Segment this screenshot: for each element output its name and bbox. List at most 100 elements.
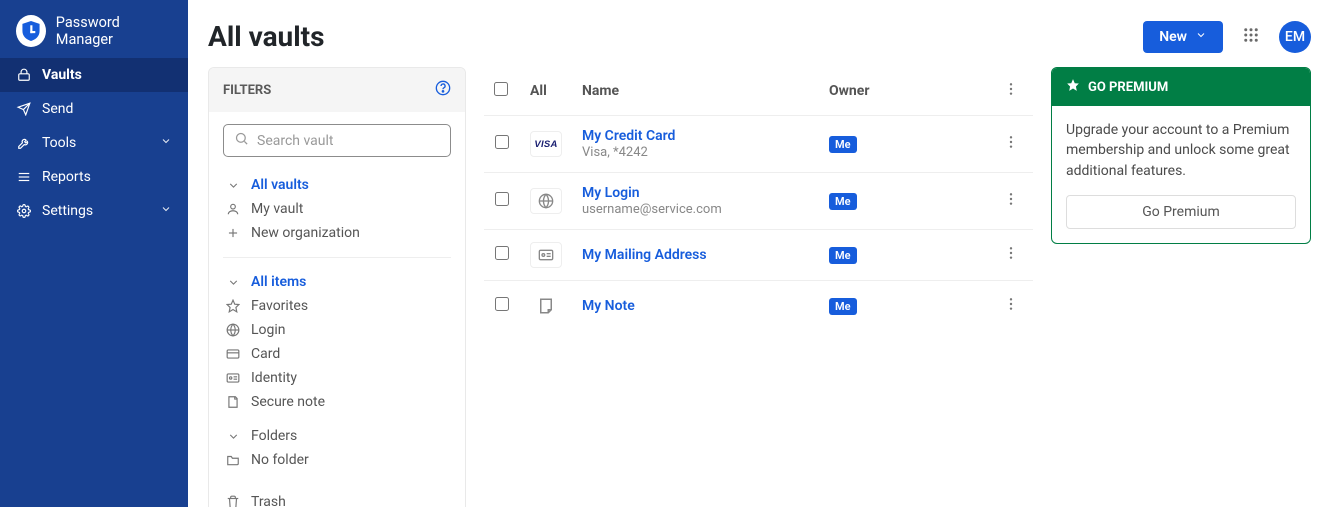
go-premium-button[interactable]: Go Premium xyxy=(1066,195,1296,229)
select-all-checkbox[interactable] xyxy=(494,82,508,96)
owner-badge: Me xyxy=(829,136,857,153)
item-name-link[interactable]: My Note xyxy=(582,298,809,314)
filters-panel: FILTERS All vaults xyxy=(208,67,466,507)
item-subtitle: Visa, *4242 xyxy=(582,145,648,160)
help-icon[interactable] xyxy=(435,80,451,100)
row-checkbox[interactable] xyxy=(495,297,509,311)
filter-no-folder[interactable]: No folder xyxy=(223,448,451,472)
filters-header: FILTERS xyxy=(209,68,465,112)
note-icon xyxy=(225,395,241,409)
globe-icon xyxy=(530,188,562,214)
col-header-name: Name xyxy=(572,67,819,116)
card-icon xyxy=(225,347,241,361)
chevron-down-icon xyxy=(1195,29,1207,45)
filter-all-items[interactable]: All items xyxy=(223,270,451,294)
col-header-all[interactable]: All xyxy=(520,67,572,116)
filter-new-organization[interactable]: New organization xyxy=(223,221,451,245)
more-vertical-icon xyxy=(1003,296,1019,316)
filter-label: No folder xyxy=(251,452,309,468)
content: FILTERS All vaults xyxy=(208,67,1311,507)
nav-item-reports[interactable]: Reports xyxy=(0,160,188,194)
star-icon xyxy=(225,299,241,313)
nav-item-tools[interactable]: Tools xyxy=(0,126,188,160)
filter-trash[interactable]: Trash xyxy=(223,490,451,507)
filter-label: New organization xyxy=(251,225,360,241)
filter-label: Card xyxy=(251,346,280,362)
item-name-link[interactable]: My Mailing Address xyxy=(582,247,809,263)
item-name-link[interactable]: My Login xyxy=(582,185,809,201)
sidebar: Password Manager Vaults Send Tools Repor… xyxy=(0,0,188,507)
nav-item-vaults[interactable]: Vaults xyxy=(0,58,188,92)
col-header-actions xyxy=(989,67,1033,116)
premium-text: Upgrade your account to a Premium member… xyxy=(1066,120,1296,181)
brand: Password Manager xyxy=(0,0,188,58)
row-checkbox[interactable] xyxy=(495,135,509,149)
filters-body: All vaults My vault New organization xyxy=(209,112,465,507)
main: All vaults New EM FILTERS xyxy=(188,0,1329,507)
apps-grid-button[interactable] xyxy=(1235,21,1267,53)
globe-icon xyxy=(225,323,241,337)
nav-item-send[interactable]: Send xyxy=(0,92,188,126)
avatar[interactable]: EM xyxy=(1279,21,1311,53)
avatar-initials: EM xyxy=(1285,29,1305,45)
owner-badge: Me xyxy=(829,298,857,315)
row-actions-button[interactable] xyxy=(999,189,1023,213)
more-vertical-icon xyxy=(1003,245,1019,265)
identity-icon xyxy=(530,242,562,268)
filter-label: Favorites xyxy=(251,298,308,314)
filter-all-vaults[interactable]: All vaults xyxy=(223,173,451,197)
filter-secure-note[interactable]: Secure note xyxy=(223,390,451,414)
divider xyxy=(223,257,451,258)
table-row: VISA My Credit Card Visa, *4242 Me xyxy=(484,116,1033,173)
nav-label: Tools xyxy=(42,135,76,151)
filter-label: Identity xyxy=(251,370,297,386)
filter-identity[interactable]: Identity xyxy=(223,366,451,390)
grid-icon xyxy=(1242,26,1260,48)
brand-name: Password Manager xyxy=(56,14,172,48)
chevron-down-icon xyxy=(160,203,172,219)
table-row: My Login username@service.com Me xyxy=(484,173,1033,230)
chevron-down-icon xyxy=(225,179,241,192)
topbar: All vaults New EM xyxy=(208,20,1311,53)
filters-title: FILTERS xyxy=(223,83,271,98)
premium-body: Upgrade your account to a Premium member… xyxy=(1052,106,1310,243)
send-icon xyxy=(16,102,32,116)
header-actions-button[interactable] xyxy=(999,79,1023,103)
card-brand-icon: VISA xyxy=(530,131,562,157)
nav-item-settings[interactable]: Settings xyxy=(0,194,188,228)
chevron-down-icon xyxy=(160,135,172,151)
filter-card[interactable]: Card xyxy=(223,342,451,366)
filter-my-vault[interactable]: My vault xyxy=(223,197,451,221)
premium-title: GO PREMIUM xyxy=(1088,80,1168,95)
search-input[interactable] xyxy=(257,133,440,149)
gear-icon xyxy=(16,204,32,218)
note-icon xyxy=(530,293,562,319)
filter-folders-header[interactable]: Folders xyxy=(223,424,451,448)
filter-label: All items xyxy=(251,274,306,290)
filter-login[interactable]: Login xyxy=(223,318,451,342)
row-checkbox[interactable] xyxy=(495,192,509,206)
col-header-owner: Owner xyxy=(819,67,989,116)
star-filled-icon xyxy=(1066,78,1080,96)
premium-card: GO PREMIUM Upgrade your account to a Pre… xyxy=(1051,67,1311,244)
identity-icon xyxy=(225,371,241,385)
filter-label: Login xyxy=(251,322,286,338)
search-wrap[interactable] xyxy=(223,124,451,157)
row-actions-button[interactable] xyxy=(999,294,1023,318)
more-vertical-icon xyxy=(1003,134,1019,154)
page-title: All vaults xyxy=(208,20,1131,53)
row-checkbox[interactable] xyxy=(495,246,509,260)
filter-label: Secure note xyxy=(251,394,325,410)
new-button[interactable]: New xyxy=(1143,21,1223,53)
premium-header: GO PREMIUM xyxy=(1052,68,1310,106)
plus-icon xyxy=(225,226,241,240)
folder-icon xyxy=(225,453,241,467)
filter-label: All vaults xyxy=(251,177,309,193)
items-table: All Name Owner xyxy=(484,67,1033,331)
filter-label: Folders xyxy=(251,428,297,444)
row-actions-button[interactable] xyxy=(999,132,1023,156)
filter-favorites[interactable]: Favorites xyxy=(223,294,451,318)
item-name-link[interactable]: My Credit Card xyxy=(582,128,809,144)
owner-badge: Me xyxy=(829,193,857,210)
row-actions-button[interactable] xyxy=(999,243,1023,267)
